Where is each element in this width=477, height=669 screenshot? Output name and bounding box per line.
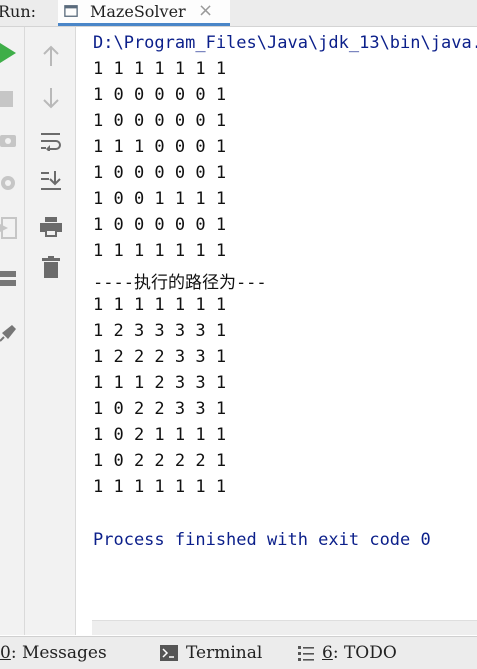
path-separator: ----执行的路径为---	[93, 273, 267, 293]
tab-todo[interactable]: 6: TODO	[322, 643, 397, 663]
maze-row: 1 0 0 1 1 1 1	[93, 189, 227, 209]
todo-shortcut: 6	[322, 643, 333, 663]
path-row: 1 0 2 1 1 1 1	[93, 425, 227, 445]
todo-list-icon	[298, 646, 314, 661]
maze-row: 1 1 1 0 0 0 1	[93, 137, 227, 157]
run-controls-toolbar	[0, 27, 25, 635]
camera-icon[interactable]	[0, 131, 18, 149]
messages-shortcut: 0	[0, 643, 11, 663]
path-row: 1 0 2 2 2 2 1	[93, 451, 227, 471]
print-icon[interactable]	[40, 217, 62, 237]
close-icon[interactable]: ×	[198, 0, 213, 21]
run-tool-header: Run: MazeSolver ×	[0, 0, 477, 27]
scroll-to-end-icon[interactable]	[40, 170, 62, 192]
tab-messages[interactable]: 0: Messages	[0, 643, 107, 663]
exit-message: Process finished with exit code 0	[93, 530, 431, 550]
maze-row: 1 0 0 0 0 0 1	[93, 85, 227, 105]
path-row: 1 1 1 1 1 1 1	[93, 295, 227, 315]
application-icon	[64, 5, 78, 17]
run-icon[interactable]	[0, 43, 18, 63]
pin-icon[interactable]	[0, 323, 18, 343]
layout-icon[interactable]	[0, 271, 18, 287]
run-label: Run:	[0, 2, 37, 21]
arrow-down-icon[interactable]	[42, 87, 60, 109]
path-row: 1 1 1 2 3 3 1	[93, 373, 227, 393]
terminal-icon	[160, 645, 178, 661]
soft-wrap-icon[interactable]	[40, 131, 62, 151]
stop-icon[interactable]	[0, 91, 14, 107]
path-row: 1 0 2 2 3 3 1	[93, 399, 227, 419]
trash-icon[interactable]	[42, 256, 60, 278]
console-output[interactable]: D:\Program_Files\Java\jdk_13\bin\java.ex…	[76, 27, 477, 619]
maze-row: 1 1 1 1 1 1 1	[93, 241, 227, 261]
todo-label: : TODO	[332, 643, 397, 663]
tab-terminal[interactable]: Terminal	[186, 643, 262, 663]
path-row: 1 2 3 3 3 3 1	[93, 321, 227, 341]
horizontal-scrollbar[interactable]	[92, 620, 477, 635]
bottom-tool-tabs: 0: Messages Terminal 6: TODO	[0, 636, 477, 669]
tab-mazesolver[interactable]: MazeSolver ×	[58, 0, 230, 26]
maze-row: 1 0 0 0 0 0 1	[93, 111, 227, 131]
maze-row: 1 1 1 1 1 1 1	[93, 59, 227, 79]
arrow-up-icon[interactable]	[42, 45, 60, 67]
messages-label: : Messages	[10, 643, 107, 663]
path-row: 1 1 1 1 1 1 1	[93, 477, 227, 497]
maze-row: 1 0 0 0 0 0 1	[93, 163, 227, 183]
maze-row: 1 0 0 0 0 0 1	[93, 215, 227, 235]
console-toolbar	[25, 27, 76, 635]
login-icon[interactable]	[0, 217, 18, 239]
java-command-line: D:\Program_Files\Java\jdk_13\bin\java.ex…	[93, 33, 477, 53]
path-row: 1 2 2 2 3 3 1	[93, 347, 227, 367]
debug-icon[interactable]	[0, 173, 20, 193]
tab-title: MazeSolver	[90, 2, 186, 21]
